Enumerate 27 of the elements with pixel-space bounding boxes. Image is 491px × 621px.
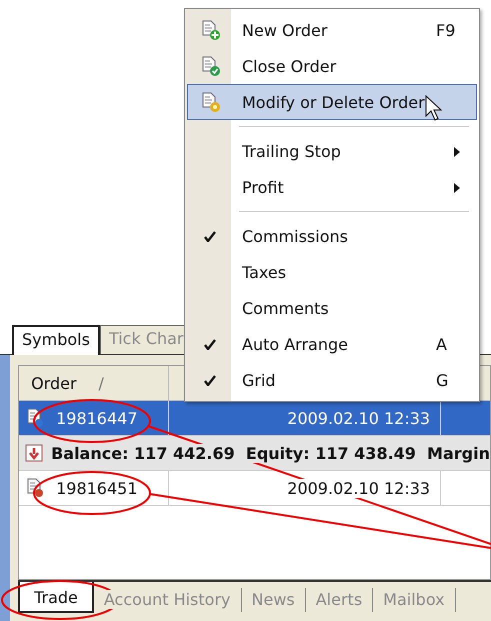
mouse-pointer-icon — [425, 95, 443, 123]
document-plus-icon — [200, 20, 220, 40]
menu-item[interactable]: Commissions — [187, 218, 477, 254]
tab[interactable]: Symbols — [12, 325, 100, 355]
menu-item[interactable]: Modify or Delete Order — [187, 84, 477, 120]
document-check-icon — [200, 56, 220, 76]
document-badge-icon — [200, 92, 220, 112]
order-row[interactable]: 19816447 2009.02.10 12:33 — [19, 401, 490, 436]
menu-item[interactable]: Taxes — [187, 254, 477, 290]
menu-item[interactable]: New Order F9 — [187, 12, 477, 48]
sort-indicator: / — [98, 374, 104, 392]
shortcut-text: G — [436, 370, 448, 390]
tab[interactable]: Trade — [18, 582, 94, 613]
account-summary: Balance: 117 442.69 Equity: 117 438.49 Margin — [51, 444, 490, 462]
order-time: 2009.02.10 12:33 — [287, 478, 430, 498]
shortcut-text: F9 — [436, 20, 456, 40]
menu-item[interactable]: Close Order — [187, 48, 477, 84]
menu-item[interactable]: Profit — [187, 169, 477, 205]
column-header[interactable]: Order — [31, 374, 77, 392]
menu-item[interactable]: Trailing Stop — [187, 133, 477, 169]
arrow-down-icon — [25, 444, 44, 462]
order-number: 19816447 — [56, 408, 138, 428]
menu-item[interactable]: Grid G — [187, 362, 477, 398]
order-row[interactable]: 19816451 2009.02.10 12:33 — [19, 471, 490, 506]
shortcut-text: A — [436, 334, 447, 354]
menu-item[interactable]: Comments — [187, 290, 477, 326]
order-number: 19816451 — [56, 478, 138, 498]
